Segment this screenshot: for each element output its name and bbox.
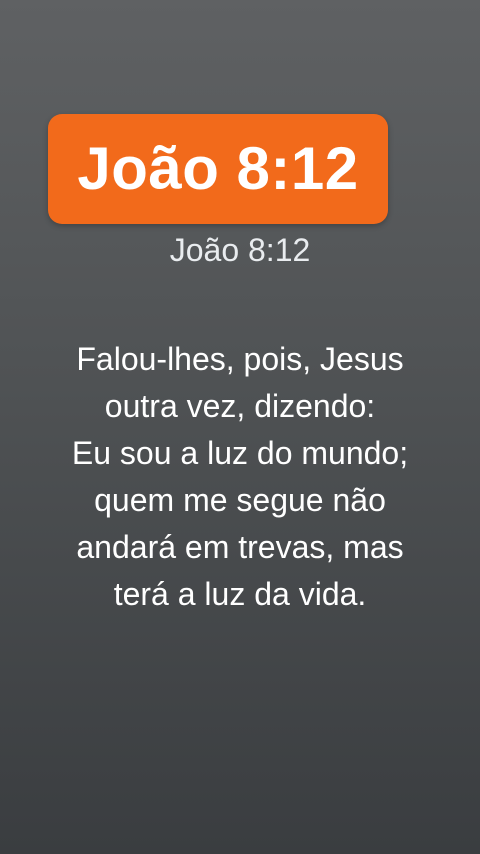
verse-reference: João 8:12 xyxy=(169,232,311,268)
verse-line: Eu sou a luz do mundo; xyxy=(71,435,409,471)
title-badge-text: João 8:12 xyxy=(77,135,359,202)
verse-line: Falou-lhes, pois, Jesus xyxy=(76,341,404,377)
verse-line: andará em trevas, mas xyxy=(76,529,404,565)
verse-text: Falou-lhes, pois, Jesus outra vez, dizen… xyxy=(20,336,460,618)
verse-screen: João 8:12 João 8:12 Falou-lhes, pois, Je… xyxy=(0,0,480,854)
verse-line: outra vez, dizendo: xyxy=(104,388,376,424)
verse-line: quem me segue não xyxy=(94,482,386,518)
title-badge: João 8:12 xyxy=(48,114,388,224)
verse-line: terá a luz da vida. xyxy=(113,576,367,612)
